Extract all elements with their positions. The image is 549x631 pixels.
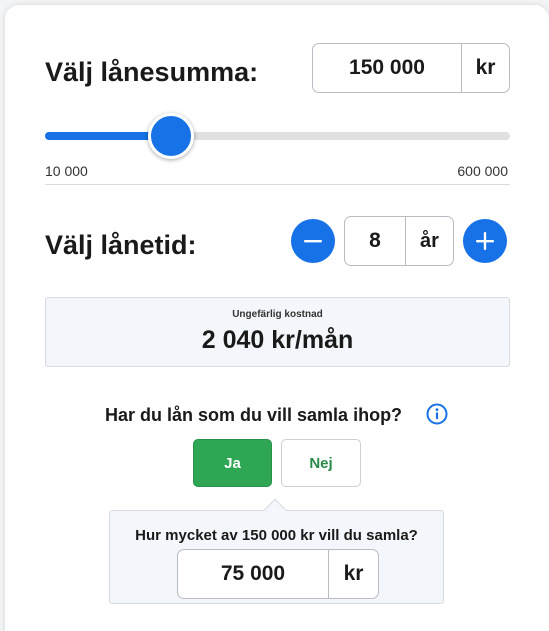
- slider-thumb[interactable]: [147, 113, 194, 159]
- increase-term-button[interactable]: [463, 219, 507, 263]
- loan-term-input[interactable]: 8 år: [344, 216, 454, 266]
- loan-amount-unit: kr: [461, 44, 509, 92]
- consolidate-amount-question: Hur mycket av 150 000 kr vill du samla?: [135, 527, 418, 544]
- no-button[interactable]: Nej: [281, 439, 361, 487]
- plus-icon: [476, 232, 494, 250]
- decrease-term-button[interactable]: [291, 219, 335, 263]
- loan-term-unit: år: [405, 217, 453, 265]
- divider: [45, 184, 510, 185]
- consolidate-question: Har du lån som du vill samla ihop?: [105, 405, 403, 425]
- loan-calculator-card: Välj lånesumma: 150 000 kr 10 000 600 00…: [5, 5, 549, 631]
- cost-value: 2 040 kr/mån: [201, 326, 354, 354]
- consolidate-amount-panel: Hur mycket av 150 000 kr vill du samla? …: [109, 510, 444, 604]
- loan-amount-title: Välj lånesumma:: [45, 57, 259, 87]
- info-icon[interactable]: [426, 403, 448, 425]
- loan-amount-input[interactable]: 150 000 kr: [312, 43, 510, 93]
- consolidate-amount-value[interactable]: 75 000: [178, 550, 328, 598]
- loan-term-title: Välj lånetid:: [45, 230, 197, 260]
- yes-button[interactable]: Ja: [193, 439, 272, 487]
- loan-term-value[interactable]: 8: [345, 217, 405, 265]
- minus-icon: [304, 240, 322, 243]
- cost-label: Ungefärlig kostnad: [232, 309, 323, 320]
- consolidate-amount-unit: kr: [328, 550, 378, 598]
- loan-amount-value[interactable]: 150 000: [313, 44, 461, 92]
- slider-min-label: 10 000: [45, 163, 88, 179]
- cost-summary: Ungefärlig kostnad 2 040 kr/mån: [45, 297, 510, 367]
- consolidate-amount-input[interactable]: 75 000 kr: [177, 549, 379, 599]
- slider-max-label: 600 000: [457, 163, 508, 179]
- loan-amount-slider[interactable]: [45, 113, 510, 159]
